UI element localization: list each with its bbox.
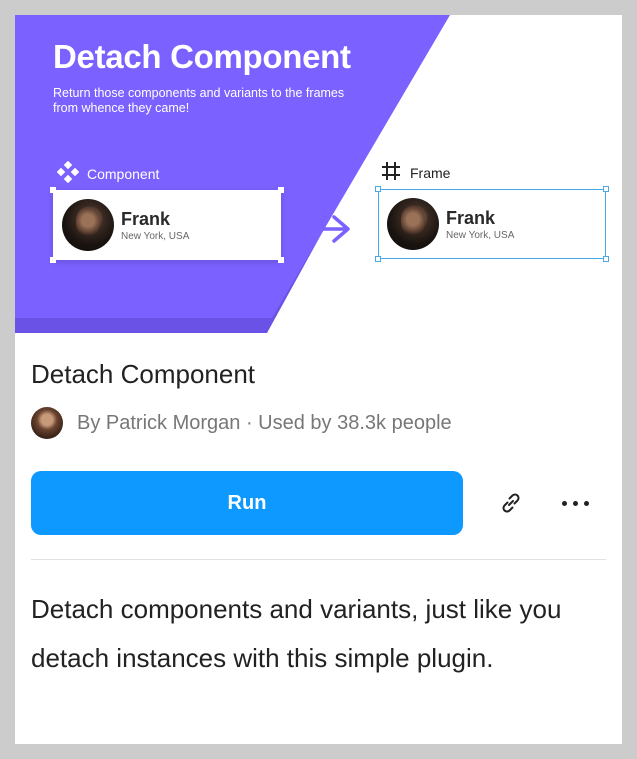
author-row: By Patrick Morgan · Used by 38.3k people [31, 407, 452, 439]
card-location: New York, USA [446, 229, 515, 241]
card-location: New York, USA [121, 230, 190, 242]
arrow-right-icon [301, 215, 350, 243]
plugin-card: Detach Component Return those components… [15, 15, 622, 744]
banner-subtitle: Return those components and variants to … [53, 86, 345, 115]
component-label-text: Component [87, 165, 160, 182]
frame-label-text: Frame [410, 164, 451, 181]
plugin-title: Detach Component [31, 359, 256, 389]
component-icon [56, 160, 80, 186]
frame-preview-card: Frank New York, USA [375, 186, 609, 262]
plugin-cover-image: Detach Component Return those components… [15, 15, 622, 333]
card-name: Frank [121, 208, 171, 229]
run-button[interactable]: Run [31, 471, 463, 535]
component-label: Component [56, 160, 160, 186]
frame-label: Frame [380, 160, 450, 185]
card-name: Frank [446, 207, 496, 228]
author-byline: By Patrick Morgan · Used by 38.3k people [77, 411, 452, 434]
frame-hash-icon [380, 160, 402, 185]
author-avatar[interactable] [31, 407, 63, 439]
plugin-description: Detach components and variants, just lik… [31, 594, 562, 673]
link-icon[interactable] [495, 487, 527, 519]
component-preview-card: Frank New York, USA [50, 187, 284, 263]
banner-title: Detach Component [53, 38, 351, 75]
avatar [62, 199, 114, 251]
avatar [387, 198, 439, 250]
divider [31, 559, 606, 560]
more-horizontal-icon[interactable] [555, 487, 595, 519]
